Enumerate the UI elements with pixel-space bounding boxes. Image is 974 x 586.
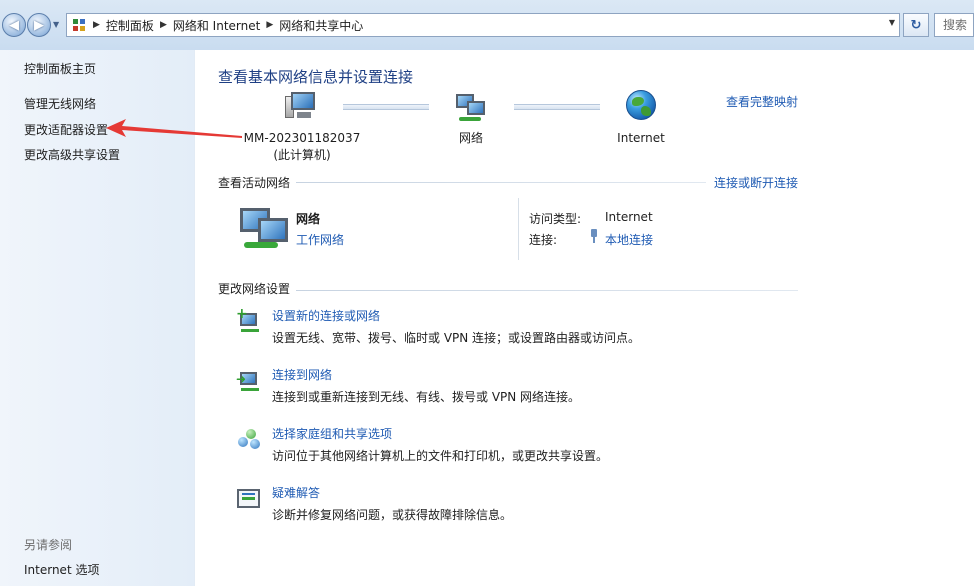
local-connection-link[interactable]: 本地连接	[605, 231, 653, 248]
troubleshoot-link[interactable]: 疑难解答	[272, 484, 320, 501]
connection-label: 连接:	[529, 233, 558, 247]
internet-options-link[interactable]: Internet 选项	[24, 561, 99, 578]
back-arrow-icon: ◀	[9, 17, 19, 33]
breadcrumb-network-internet[interactable]: 网络和 Internet	[173, 17, 260, 34]
internet-label: Internet	[617, 131, 665, 145]
breadcrumb-separator-icon[interactable]: ▶	[93, 20, 100, 30]
vertical-divider	[518, 198, 519, 260]
homegroup-sharing-link[interactable]: 选择家庭组和共享选项	[272, 425, 392, 442]
network-label: 网络	[458, 131, 483, 145]
task-description: 诊断并修复网络问题，或获得故障排除信息。	[272, 508, 513, 522]
see-full-map-link[interactable]: 查看完整映射	[726, 93, 798, 110]
connect-disconnect-link[interactable]: 连接或断开连接	[714, 174, 798, 191]
connect-network-icon: ➜	[236, 368, 262, 392]
active-network-icon	[238, 206, 290, 248]
network-type-link[interactable]: 工作网络	[296, 231, 344, 248]
breadcrumb-network-sharing-center[interactable]: 网络和共享中心	[279, 17, 363, 34]
annotation-arrow-icon	[106, 119, 242, 138]
new-connection-icon: +	[236, 307, 262, 333]
task-troubleshoot: 疑难解答 诊断并修复网络问题，或获得故障排除信息。	[236, 484, 836, 528]
task-description: 访问位于其他网络计算机上的文件和打印机，或更改共享设置。	[272, 449, 609, 463]
troubleshoot-icon	[236, 486, 262, 510]
homegroup-icon	[236, 427, 262, 451]
network-plug-icon	[590, 229, 598, 243]
section-divider	[296, 182, 706, 183]
breadcrumb-control-panel[interactable]: 控制面板	[106, 17, 154, 34]
map-connection-line	[514, 104, 600, 110]
address-bar[interactable]: ▶ 控制面板 ▶ 网络和 Internet ▶ 网络和共享中心 ▼	[66, 13, 900, 37]
section-divider	[296, 290, 798, 291]
map-node-network[interactable]: 网络	[446, 90, 496, 147]
connect-network-link[interactable]: 连接到网络	[272, 366, 332, 383]
computer-name: MM-202301182037	[243, 131, 361, 145]
recent-pages-dropdown[interactable]: ▼	[53, 20, 59, 29]
back-button[interactable]: ◀	[2, 13, 26, 37]
forward-arrow-icon: ▶	[34, 17, 44, 33]
network-icon	[454, 90, 488, 124]
computer-icon	[285, 90, 319, 124]
forward-button[interactable]: ▶	[27, 13, 51, 37]
map-node-internet[interactable]: Internet	[608, 90, 674, 147]
task-homegroup: 选择家庭组和共享选项 访问位于其他网络计算机上的文件和打印机，或更改共享设置。	[236, 425, 836, 469]
see-also-heading: 另请参阅	[24, 538, 73, 552]
task-new-connection: + 设置新的连接或网络 设置无线、宽带、拨号、临时或 VPN 连接；或设置路由器…	[236, 307, 836, 351]
computer-sub-label: (此计算机)	[273, 148, 331, 162]
task-description: 连接到或重新连接到无线、有线、拨号或 VPN 网络连接。	[272, 390, 581, 404]
refresh-button[interactable]: ↻	[903, 13, 929, 37]
task-description: 设置无线、宽带、拨号、临时或 VPN 连接；或设置路由器或访问点。	[272, 331, 641, 345]
breadcrumb-separator-icon[interactable]: ▶	[266, 20, 273, 30]
new-connection-link[interactable]: 设置新的连接或网络	[272, 307, 380, 324]
access-type-label: 访问类型:	[529, 212, 582, 226]
change-settings-heading: 更改网络设置	[218, 282, 291, 296]
active-networks-heading: 查看活动网络	[218, 176, 291, 190]
address-dropdown-icon[interactable]: ▼	[889, 18, 895, 27]
manage-wireless-link[interactable]: 管理无线网络	[24, 95, 96, 112]
breadcrumb-separator-icon[interactable]: ▶	[160, 20, 167, 30]
page-title: 查看基本网络信息并设置连接	[218, 68, 414, 86]
active-network-name: 网络	[296, 212, 321, 226]
change-advanced-sharing-link[interactable]: 更改高级共享设置	[24, 146, 120, 163]
search-input[interactable]: 搜索	[934, 13, 974, 37]
address-toolbar: ◀ ▶ ▼ ▶ 控制面板 ▶ 网络和 Internet ▶ 网络和共享中心 ▼ …	[0, 0, 974, 50]
control-panel-home-link[interactable]: 控制面板主页	[24, 60, 96, 77]
change-adapter-settings-link[interactable]: 更改适配器设置	[24, 121, 108, 138]
task-connect-network: ➜ 连接到网络 连接到或重新连接到无线、有线、拨号或 VPN 网络连接。	[236, 366, 836, 410]
refresh-icon: ↻	[910, 17, 922, 33]
globe-icon	[624, 90, 658, 124]
access-type-value: Internet	[605, 210, 653, 224]
control-panel-icon	[71, 17, 87, 33]
map-node-computer: MM-202301182037 (此计算机)	[240, 90, 364, 164]
